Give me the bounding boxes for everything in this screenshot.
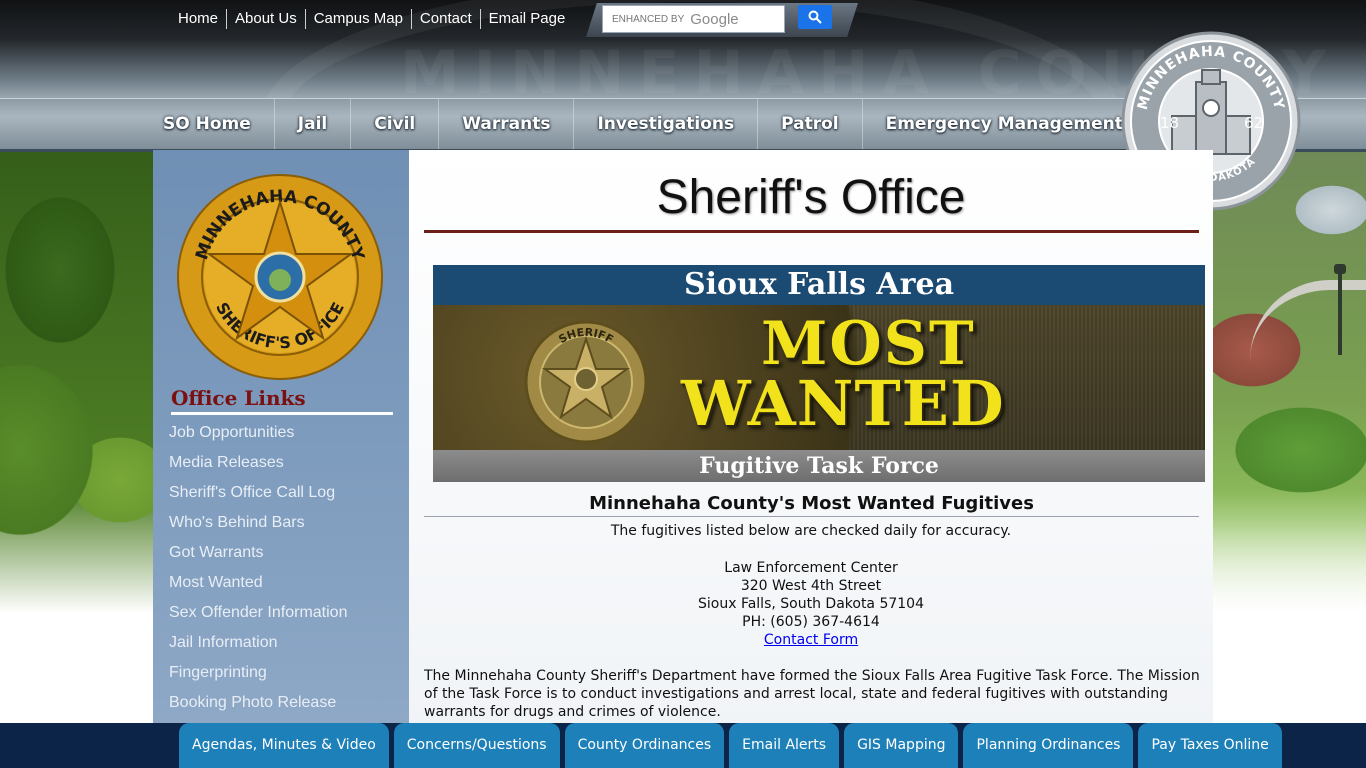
address-block: Law Enforcement Center 320 West 4th Stre… <box>409 559 1213 649</box>
background-trees-left <box>0 150 155 768</box>
footer-agendas-button[interactable]: Agendas, Minutes & Video <box>179 723 389 768</box>
search-placeholder-prefix: ENHANCED BY <box>612 13 685 25</box>
sidebar: MINNEHAHA COUNTY SHERIFF'S OFFICE Office… <box>153 150 409 723</box>
background-park-right <box>1212 150 1366 768</box>
search-icon <box>808 10 822 24</box>
background-lamp-post <box>1334 264 1346 355</box>
nav-civil[interactable]: Civil <box>351 99 440 149</box>
fugitives-subheading: The fugitives listed below are checked d… <box>610 523 1012 539</box>
footer-gis-mapping-button[interactable]: GIS Mapping <box>844 723 959 768</box>
banner-bottom-text: Fugitive Task Force <box>433 450 1205 482</box>
nav-investigations[interactable]: Investigations <box>574 99 759 149</box>
address-line-3: Sioux Falls, South Dakota 57104 <box>698 596 924 612</box>
nav-warrants[interactable]: Warrants <box>439 99 575 149</box>
top-link-campus-map[interactable]: Campus Map <box>304 9 411 29</box>
address-line-2: 320 West 4th Street <box>740 578 882 594</box>
search-input[interactable]: ENHANCED BY Google <box>602 5 785 33</box>
search-button[interactable] <box>798 5 832 29</box>
nav-emergency-management[interactable]: Emergency Management <box>863 99 1146 149</box>
main-content: Sheriff's Office Sioux Falls Area MOST W… <box>409 150 1213 723</box>
sheriff-badge-logo: MINNEHAHA COUNTY SHERIFF'S OFFICE <box>177 174 383 380</box>
nav-jail[interactable]: Jail <box>275 99 352 149</box>
contact-form-link[interactable]: Contact Form <box>764 632 858 648</box>
search-placeholder-brand: Google <box>690 10 739 28</box>
top-link-contact[interactable]: Contact <box>410 9 480 29</box>
sidebar-item-job-opportunities[interactable]: Job Opportunities <box>169 420 347 450</box>
top-link-email-page[interactable]: Email Page <box>479 9 574 29</box>
sidebar-item-jail-information[interactable]: Jail Information <box>169 630 347 660</box>
top-link-about-us[interactable]: About Us <box>226 9 305 29</box>
svg-text:18: 18 <box>1160 114 1179 132</box>
nav-patrol[interactable]: Patrol <box>758 99 863 149</box>
main-nav: SO Home Jail Civil Warrants Investigatio… <box>140 99 1146 149</box>
footer-county-ordinances-button[interactable]: County Ordinances <box>564 723 725 768</box>
office-links-title: Office Links <box>171 386 393 415</box>
title-divider <box>424 230 1199 233</box>
fugitives-heading: Minnehaha County's Most Wanted Fugitives <box>424 493 1199 517</box>
banner-badge-image: SHERIFF <box>524 320 648 444</box>
sidebar-item-fingerprinting[interactable]: Fingerprinting <box>169 660 347 690</box>
address-line-1: Law Enforcement Center <box>724 560 898 576</box>
office-links-list: Job Opportunities Media Releases Sheriff… <box>169 420 347 720</box>
most-wanted-banner: Sioux Falls Area MOST WANTED SHERIFF Fug… <box>433 265 1205 482</box>
sidebar-item-booking-photo-release[interactable]: Booking Photo Release <box>169 690 347 720</box>
footer-buttons: Agendas, Minutes & Video Concerns/Questi… <box>179 723 1282 768</box>
footer-pay-taxes-button[interactable]: Pay Taxes Online <box>1138 723 1282 768</box>
sidebar-item-sex-offender-information[interactable]: Sex Offender Information <box>169 600 347 630</box>
page-title: Sheriff's Office <box>656 171 966 224</box>
sidebar-item-most-wanted[interactable]: Most Wanted <box>169 570 347 600</box>
footer-planning-ordinances-button[interactable]: Planning Ordinances <box>963 723 1134 768</box>
footer-bar: Agendas, Minutes & Video Concerns/Questi… <box>0 723 1366 768</box>
sidebar-item-got-warrants[interactable]: Got Warrants <box>169 540 347 570</box>
sidebar-item-whos-behind-bars[interactable]: Who's Behind Bars <box>169 510 347 540</box>
top-link-home[interactable]: Home <box>170 9 226 29</box>
mission-text: The Minnehaha County Sheriff's Departmen… <box>424 668 1200 720</box>
top-links: Home About Us Campus Map Contact Email P… <box>170 8 573 30</box>
sidebar-item-media-releases[interactable]: Media Releases <box>169 450 347 480</box>
banner-top-text: Sioux Falls Area <box>433 265 1205 305</box>
footer-concerns-button[interactable]: Concerns/Questions <box>393 723 560 768</box>
svg-text:62: 62 <box>1244 114 1263 132</box>
address-phone: PH: (605) 367-4614 <box>742 614 880 630</box>
banner-wanted-text: WANTED <box>681 367 1005 440</box>
nav-so-home[interactable]: SO Home <box>140 99 275 149</box>
sidebar-item-call-log[interactable]: Sheriff's Office Call Log <box>169 480 347 510</box>
footer-email-alerts-button[interactable]: Email Alerts <box>729 723 840 768</box>
